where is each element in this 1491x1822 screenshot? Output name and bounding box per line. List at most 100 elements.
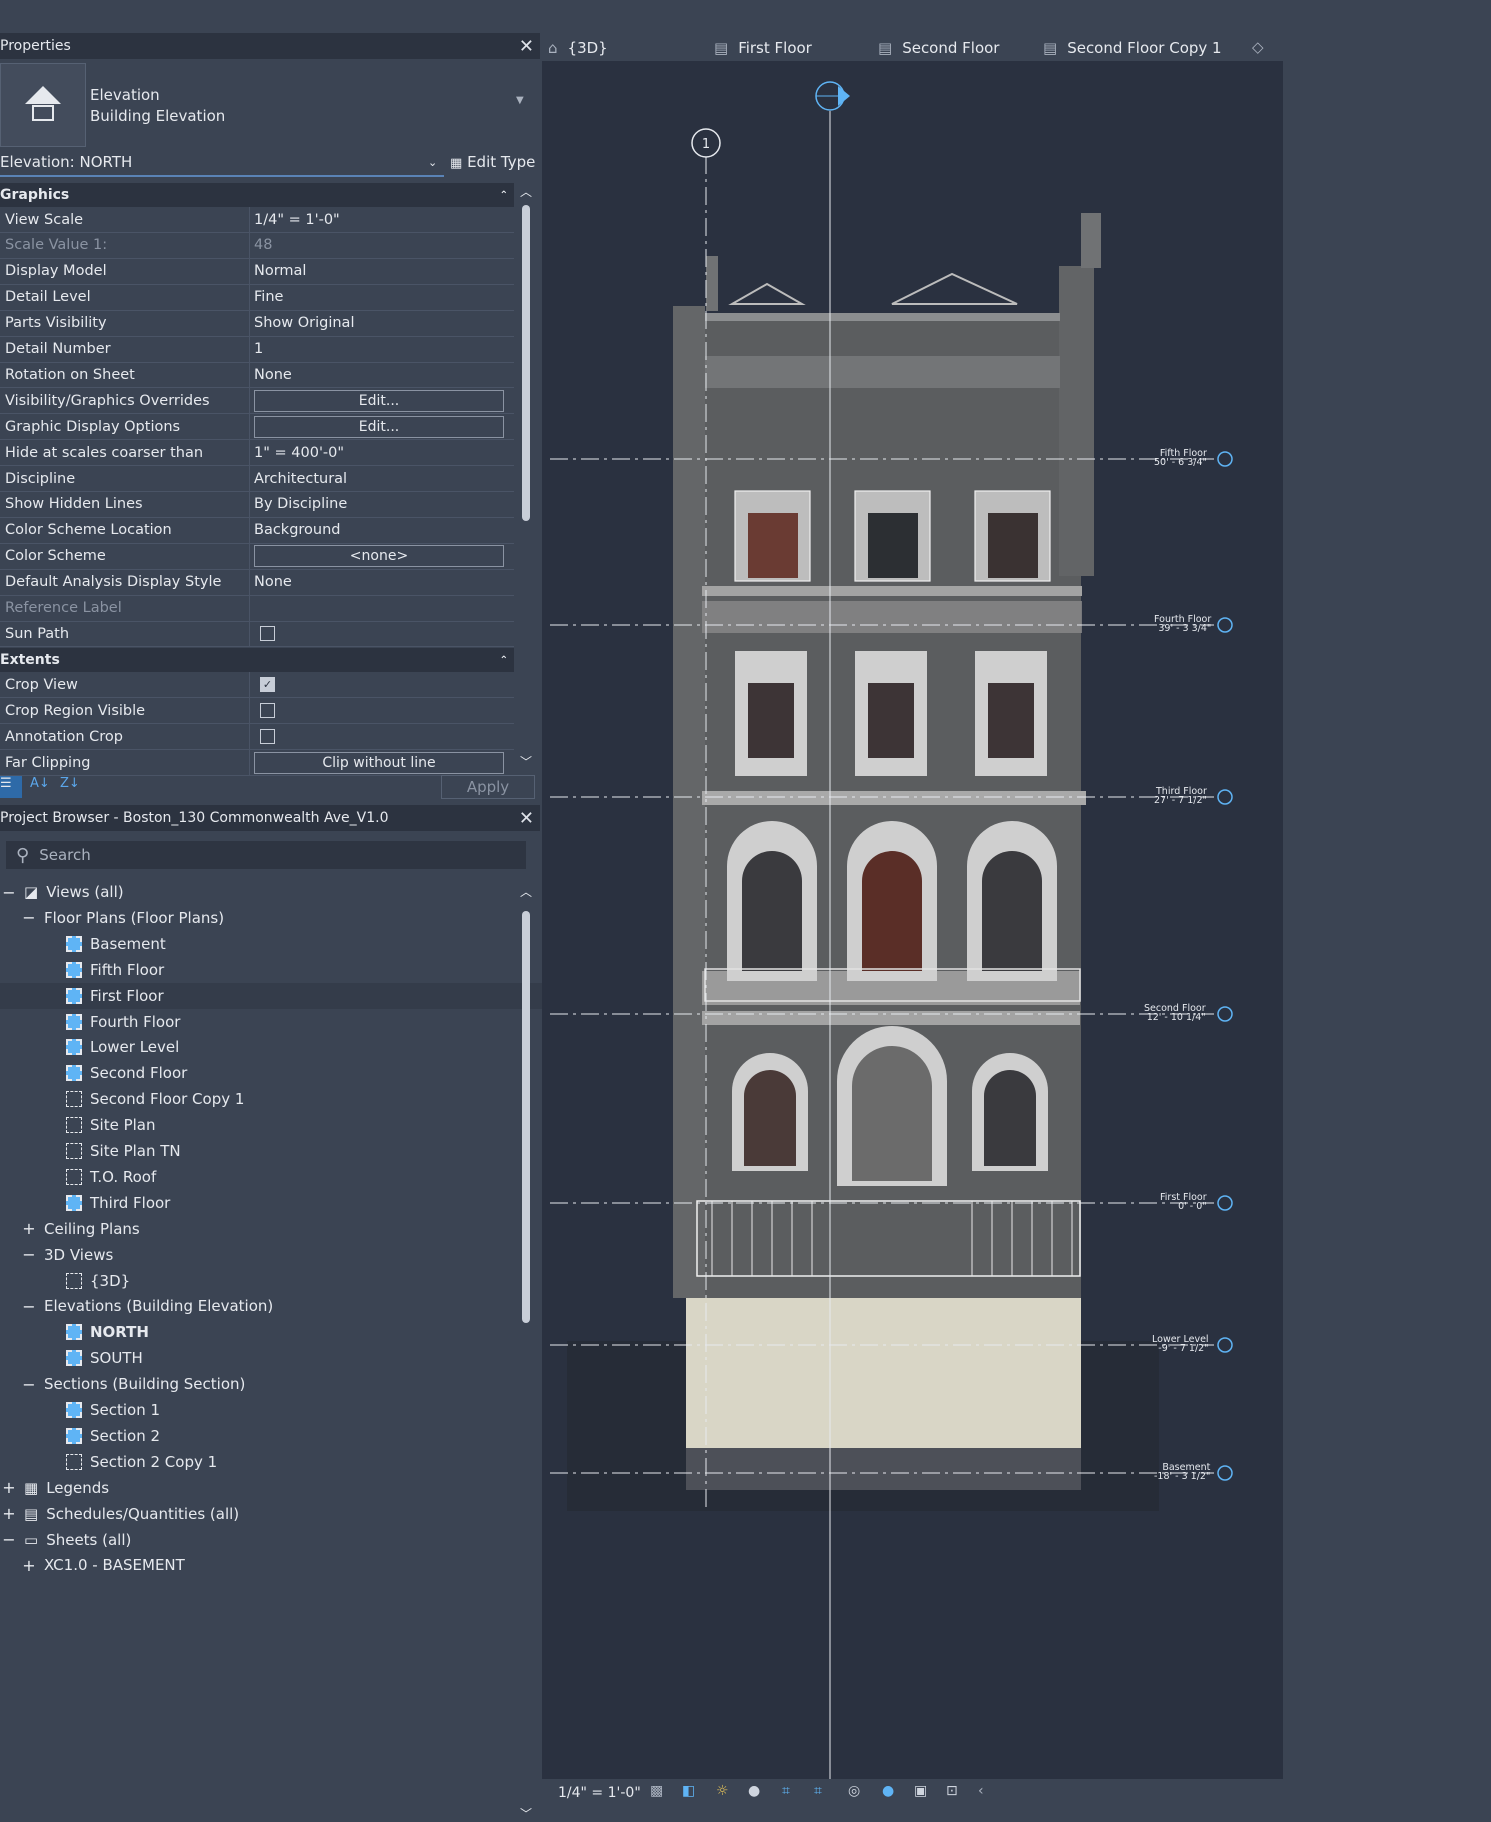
browser-item[interactable]: − Sections (Building Section): [0, 1371, 536, 1397]
analysis-icon[interactable]: ▣: [914, 1783, 927, 1799]
property-row[interactable]: Show Hidden Lines By Discipline: [0, 491, 514, 518]
level-label-basement[interactable]: Basement -18' - 3 1/2": [1154, 1463, 1210, 1482]
tab-second-floor-copy-1[interactable]: ▤ Second Floor Copy 1: [1043, 39, 1222, 57]
collapse-icon[interactable]: −: [22, 908, 36, 927]
crop-region-visible-checkbox[interactable]: [260, 703, 275, 718]
level-label-fourth-floor[interactable]: Fourth Floor 39' - 3 3/4": [1154, 615, 1211, 634]
collapse-icon[interactable]: −: [22, 1297, 36, 1316]
property-edit-button[interactable]: <none>: [254, 545, 504, 568]
sort-ascending-icon[interactable]: A↓: [30, 776, 52, 798]
tab-overflow-icon[interactable]: ◇: [1252, 38, 1264, 56]
property-row[interactable]: Crop Region Visible: [0, 698, 514, 724]
property-row[interactable]: Color Scheme <none>: [0, 543, 514, 570]
chevron-down-icon[interactable]: ▼: [516, 95, 524, 106]
detail-level-icon[interactable]: ▩: [650, 1783, 663, 1799]
browser-item[interactable]: {3D}: [0, 1268, 580, 1294]
properties-scrollbar[interactable]: [522, 205, 530, 521]
browser-item[interactable]: + XC1.0 - BASEMENT: [0, 1552, 536, 1578]
property-row[interactable]: Sun Path: [0, 621, 514, 648]
property-row[interactable]: Scale Value 1: 48: [0, 232, 514, 259]
browser-item[interactable]: Second Floor: [0, 1060, 580, 1086]
crop-view-icon[interactable]: ⌗: [782, 1783, 790, 1799]
temporary-hide-icon[interactable]: ◎: [848, 1783, 860, 1799]
collapse-icon[interactable]: ⌃: [500, 190, 508, 201]
crop-region-icon[interactable]: ⌗: [814, 1783, 822, 1799]
property-row[interactable]: Color Scheme Location Background: [0, 517, 514, 544]
browser-scrollbar[interactable]: [522, 911, 530, 1323]
collapse-icon[interactable]: −: [22, 1245, 36, 1264]
property-row[interactable]: Discipline Architectural: [0, 466, 514, 492]
browser-item[interactable]: Lower Level: [0, 1034, 580, 1060]
extents-group-header[interactable]: Extents ⌃: [0, 648, 514, 672]
graphics-group-header[interactable]: Graphics ⌃: [0, 183, 514, 207]
property-row[interactable]: Display Model Normal: [0, 258, 514, 285]
categorize-icon[interactable]: ☰: [0, 776, 22, 798]
drawing-area[interactable]: ⌂ {3D} ▤ First Floor ▤ Second Floor ▤ Second…: [542, 33, 1283, 1822]
scroll-down-icon[interactable]: ﹀: [520, 1805, 532, 1822]
sun-path-icon[interactable]: ☼: [716, 1783, 729, 1799]
level-label-lower-level[interactable]: Lower Level -9' - 7 1/2": [1152, 1335, 1209, 1354]
edit-type-button[interactable]: ▦ Edit Type: [450, 153, 535, 171]
tab-first-floor[interactable]: ▤ First Floor: [714, 39, 812, 57]
browser-item[interactable]: Site Plan: [0, 1112, 580, 1138]
expand-icon[interactable]: +: [22, 1219, 36, 1238]
collapse-icon[interactable]: −: [2, 1530, 16, 1549]
collapse-icon[interactable]: −: [22, 1375, 36, 1394]
property-row[interactable]: Crop View ✓: [0, 672, 514, 698]
scroll-up-icon[interactable]: ︿: [520, 183, 532, 200]
visual-style-icon[interactable]: ◧: [682, 1783, 695, 1799]
browser-item[interactable]: − Elevations (Building Elevation): [0, 1293, 536, 1319]
property-row[interactable]: Graphic Display Options Edit...: [0, 414, 514, 441]
type-selector[interactable]: Elevation Building Elevation ▼: [0, 61, 536, 147]
property-row[interactable]: Detail Number 1: [0, 336, 514, 363]
level-label-fifth-floor[interactable]: Fifth Floor 50' - 6 3/4": [1154, 449, 1207, 468]
property-row[interactable]: Parts Visibility Show Original: [0, 310, 514, 337]
level-label-second-floor[interactable]: Second Floor 12' - 10 1/4": [1144, 1004, 1206, 1023]
close-icon[interactable]: ✕: [519, 808, 534, 829]
property-row[interactable]: Visibility/Graphics Overrides Edit...: [0, 388, 514, 415]
property-row[interactable]: Hide at scales coarser than 1" = 400'-0": [0, 440, 514, 467]
collapse-bar-icon[interactable]: ‹: [978, 1783, 984, 1799]
browser-item[interactable]: Site Plan TN: [0, 1138, 580, 1164]
browser-item[interactable]: T.O. Roof: [0, 1164, 580, 1190]
scroll-up-icon[interactable]: ︿: [520, 883, 532, 900]
browser-item[interactable]: NORTH: [0, 1319, 580, 1345]
browser-item[interactable]: + ▦ Legends: [0, 1475, 516, 1501]
level-label-third-floor[interactable]: Third Floor 27' - 7 1/2": [1154, 787, 1207, 806]
browser-item[interactable]: − ◪ Views (all): [0, 879, 516, 905]
apply-button[interactable]: Apply: [441, 775, 535, 799]
browser-item[interactable]: First Floor: [0, 982, 580, 1009]
scroll-down-icon[interactable]: ﹀: [520, 753, 532, 770]
scale-label[interactable]: 1/4" = 1'-0": [558, 1785, 641, 1801]
browser-item[interactable]: − ▭ Sheets (all): [0, 1527, 516, 1553]
browser-item[interactable]: −3D Views: [0, 1242, 536, 1268]
expand-icon[interactable]: +: [2, 1504, 16, 1523]
property-row[interactable]: View Scale 1/4" = 1'-0": [0, 207, 514, 233]
browser-item[interactable]: + Ceiling Plans: [0, 1216, 536, 1242]
far-clipping-button[interactable]: Clip without line: [254, 751, 504, 774]
browser-item[interactable]: Fifth Floor: [0, 957, 580, 983]
browser-item[interactable]: Basement: [0, 931, 580, 957]
collapse-icon[interactable]: ⌃: [500, 655, 508, 666]
browser-item[interactable]: SOUTH: [0, 1345, 580, 1371]
sun-path-checkbox[interactable]: [260, 626, 275, 642]
browser-item[interactable]: Section 2: [0, 1423, 580, 1449]
property-row[interactable]: Reference Label: [0, 595, 514, 622]
tab-3d[interactable]: ⌂ {3D}: [548, 39, 608, 57]
browser-item[interactable]: Section 2 Copy 1: [0, 1449, 580, 1475]
property-row[interactable]: Annotation Crop: [0, 724, 514, 750]
annotation-crop-checkbox[interactable]: [260, 729, 275, 744]
browser-item[interactable]: Section 1: [0, 1397, 580, 1423]
sort-descending-icon[interactable]: Z↓: [60, 776, 82, 798]
expand-icon[interactable]: +: [22, 1556, 36, 1575]
constraints-icon[interactable]: ⊡: [946, 1783, 958, 1799]
tab-second-floor[interactable]: ▤ Second Floor: [878, 39, 999, 57]
collapse-icon[interactable]: −: [2, 883, 16, 902]
reveal-hidden-icon[interactable]: ●: [882, 1783, 894, 1799]
level-label-first-floor[interactable]: First Floor 0' - 0": [1160, 1193, 1207, 1212]
crop-view-checkbox[interactable]: ✓: [260, 677, 275, 692]
shadows-icon[interactable]: ●: [748, 1783, 760, 1799]
browser-item[interactable]: Fourth Floor: [0, 1009, 580, 1035]
property-row[interactable]: Detail Level Fine: [0, 284, 514, 311]
browser-item[interactable]: − Floor Plans (Floor Plans): [0, 905, 536, 931]
